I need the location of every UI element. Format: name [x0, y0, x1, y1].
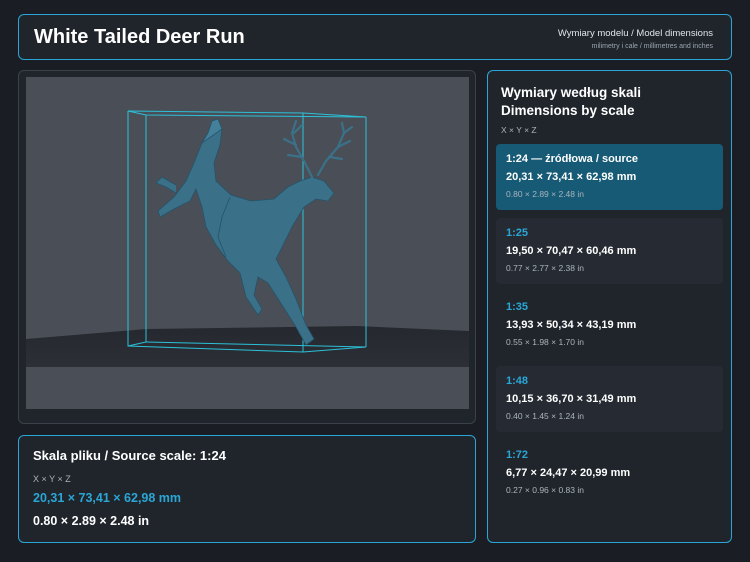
scales-heading-en: Dimensions by scale: [501, 103, 635, 118]
scale-dimensions-mm: 10,15 × 36,70 × 31,49 mm: [506, 393, 637, 405]
scale-label: 1:48: [506, 375, 529, 387]
scale-label: 1:25: [506, 227, 529, 239]
scale-dimensions-in: 0.77 × 2.77 × 2.38 in: [506, 263, 584, 273]
header-panel: White Tailed Deer Run Wymiary modelu / M…: [18, 14, 732, 60]
scale-label: 1:35: [506, 301, 529, 313]
scale-dimensions-mm: 20,31 × 73,41 × 62,98 mm: [506, 171, 637, 183]
model-viewport[interactable]: [26, 77, 469, 409]
scale-label: 1:72: [506, 449, 529, 461]
model-viewer: [18, 70, 476, 424]
scales-panel: Wymiary według skali Dimensions by scale…: [487, 70, 732, 543]
scale-dimensions-mm: 19,50 × 70,47 × 60,46 mm: [506, 245, 637, 257]
scale-dimensions-in: 0.80 × 2.89 × 2.48 in: [506, 189, 584, 199]
source-scale-heading: Skala pliku / Source scale: 1:24: [33, 448, 226, 463]
axes-label: X × Y × Z: [33, 474, 71, 484]
scales-heading: Wymiary według skali Dimensions by scale: [501, 84, 641, 120]
scale-dimensions-mm: 6,77 × 24,47 × 20,99 mm: [506, 467, 631, 479]
scale-card-1-72[interactable]: 1:72 6,77 × 24,47 × 20,99 mm 0.27 × 0.96…: [496, 440, 723, 506]
scale-card-1-24[interactable]: 1:24 — źródłowa / source 20,31 × 73,41 ×…: [496, 144, 723, 210]
source-dimensions-in: 0.80 × 2.89 × 2.48 in: [33, 514, 150, 528]
scales-heading-pl: Wymiary według skali: [501, 85, 642, 100]
scale-label: 1:24 — źródłowa / source: [506, 153, 639, 165]
scale-card-1-25[interactable]: 1:25 19,50 × 70,47 × 60,46 mm 0.77 × 2.7…: [496, 218, 723, 284]
axes-label: X × Y × Z: [501, 125, 537, 135]
scale-dimensions-in: 0.40 × 1.45 × 1.24 in: [506, 411, 584, 421]
source-scale-panel: Skala pliku / Source scale: 1:24 X × Y ×…: [18, 435, 476, 543]
scale-dimensions-in: 0.55 × 1.98 × 1.70 in: [506, 337, 584, 347]
scale-dimensions-mm: 13,93 × 50,34 × 43,19 mm: [506, 319, 637, 331]
dimensions-subtitle: Wymiary modelu / Model dimensions: [557, 28, 713, 39]
units-note: milimetry i cale / millimetres and inche…: [591, 43, 713, 50]
model-title: White Tailed Deer Run: [34, 26, 245, 48]
scale-card-1-48[interactable]: 1:48 10,15 × 36,70 × 31,49 mm 0.40 × 1.4…: [496, 366, 723, 432]
scale-dimensions-in: 0.27 × 0.96 × 0.83 in: [506, 485, 584, 495]
source-dimensions-mm: 20,31 × 73,41 × 62,98 mm: [33, 491, 182, 505]
scale-card-1-35[interactable]: 1:35 13,93 × 50,34 × 43,19 mm 0.55 × 1.9…: [496, 292, 723, 358]
viewport-scene: [26, 77, 469, 409]
